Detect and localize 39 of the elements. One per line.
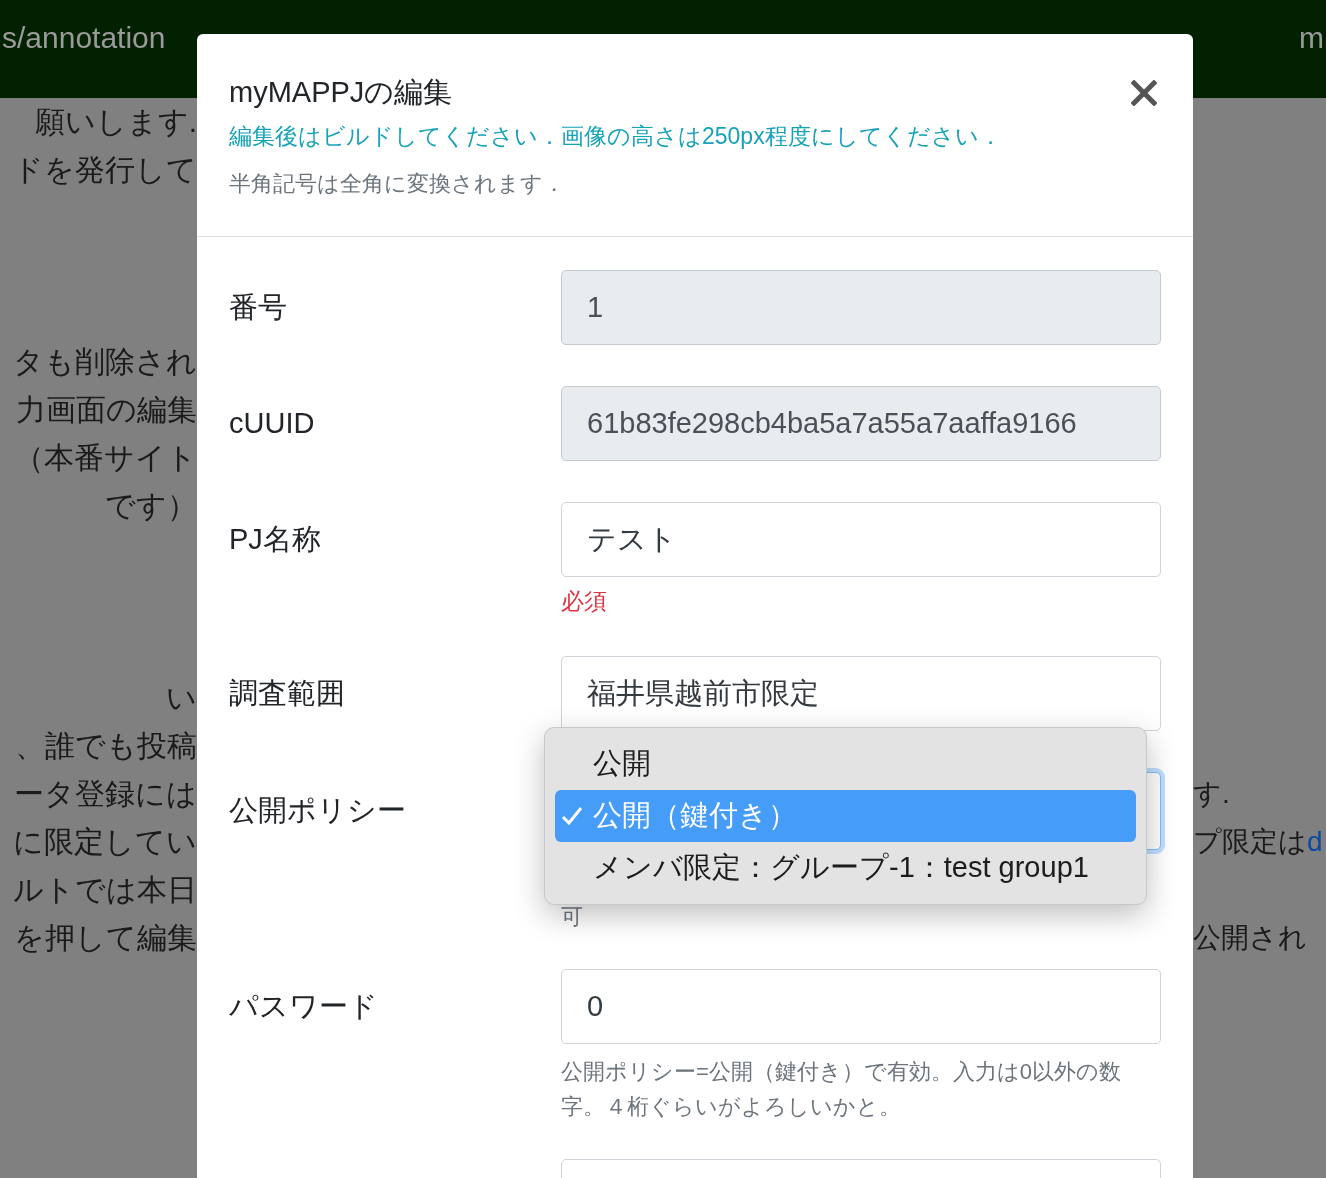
url-text: s/annotation: [2, 20, 166, 56]
dropdown-option[interactable]: 公開: [555, 738, 1136, 790]
background-text: ドを発行して: [13, 152, 197, 188]
notice-text: 編集後はビルドしてください．画像の高さは250px程度にしてください．: [229, 122, 1003, 151]
background-text: 、誰でも投稿: [15, 728, 197, 764]
field-label: cUUID: [229, 406, 315, 439]
background-text: を押して編集: [14, 920, 197, 956]
checkmark-icon: [561, 806, 583, 826]
background-text: 力画面の編集: [16, 392, 197, 428]
field-label: 公開ポリシー: [229, 794, 406, 827]
background-text: プ限定は: [1193, 825, 1307, 859]
close-button[interactable]: [1129, 78, 1159, 108]
background-text: タも削除され: [13, 344, 197, 380]
field-label: 番号: [229, 290, 287, 323]
dropdown-option[interactable]: メンバ限定：グループ-1：test group1: [555, 842, 1136, 894]
background-text: 願いします.: [34, 104, 197, 140]
background-text: ータ登録には: [14, 776, 197, 812]
text-field[interactable]: 福井県越前市限定: [561, 656, 1161, 731]
background-text: ルトでは本日: [13, 872, 197, 908]
help-text: 公開ポリシー=公開（鍵付き）で有効。入力は0以外の数字。４桁ぐらいがよろしいかと。: [561, 1058, 1123, 1121]
field-label: PJ名称: [229, 522, 321, 555]
field-label: パスワード: [229, 989, 378, 1022]
text-field[interactable]: 0: [561, 969, 1161, 1044]
background-text: に限定してい: [13, 824, 197, 860]
background-text: す.: [1193, 777, 1230, 811]
close-icon: [1131, 80, 1157, 106]
note-text: 半角記号は全角に変換されます．: [229, 170, 566, 198]
text-field[interactable]: テスト: [561, 502, 1161, 577]
text-field: 1: [561, 270, 1161, 345]
field-label: 調査範囲: [229, 676, 345, 709]
background-text: い: [166, 680, 197, 716]
text-field: 61b83fe298cb4ba5a7a55a7aaffa9166: [561, 386, 1161, 461]
background-text: 公開され: [1193, 921, 1307, 955]
background-text: です）: [105, 488, 197, 524]
help-text: 必須: [561, 587, 608, 615]
modal-title: myMAPPJの編集: [229, 75, 453, 110]
help-text: 可: [561, 903, 584, 931]
menu-text: m: [1299, 20, 1324, 56]
background-text: （本番サイト: [14, 440, 197, 476]
